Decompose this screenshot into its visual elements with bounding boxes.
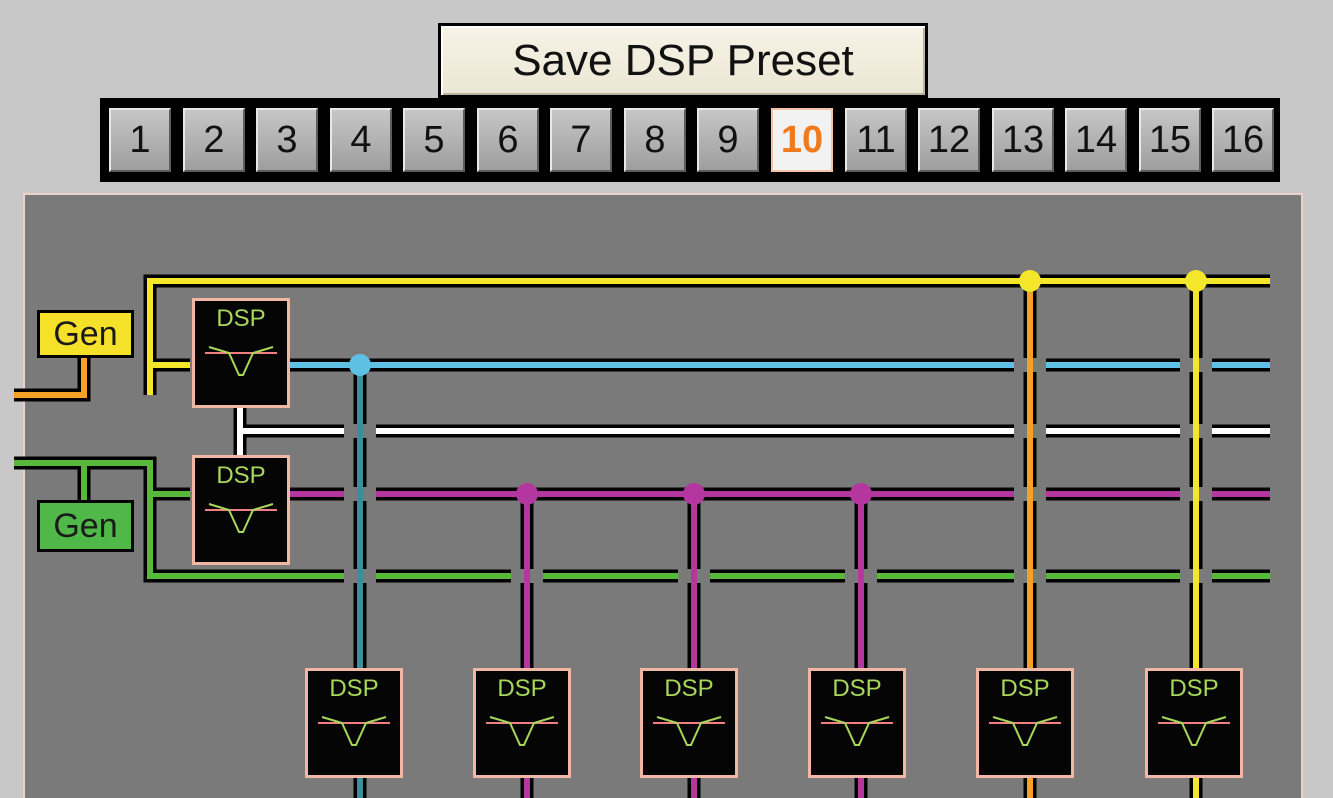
dsp-block[interactable]: DSP — [305, 668, 403, 778]
dsp-block[interactable]: DSP — [640, 668, 738, 778]
junction-dot[interactable] — [516, 483, 538, 505]
dsp-block[interactable]: DSP — [808, 668, 906, 778]
filter-curve-icon — [821, 716, 893, 746]
dsp-label: DSP — [329, 675, 379, 702]
junction-dot[interactable] — [349, 354, 371, 376]
dsp-block[interactable]: DSP — [192, 455, 290, 565]
dsp-label: DSP — [832, 675, 882, 702]
generator-2[interactable]: Gen — [37, 500, 134, 552]
junction-dot[interactable] — [1185, 270, 1207, 292]
dsp-label: DSP — [497, 675, 547, 702]
dsp-block[interactable]: DSP — [976, 668, 1074, 778]
dsp-label: DSP — [664, 675, 714, 702]
dsp-label: DSP — [216, 305, 266, 332]
filter-curve-icon — [486, 716, 558, 746]
filter-curve-icon — [989, 716, 1061, 746]
filter-curve-icon — [318, 716, 390, 746]
dsp-block[interactable]: DSP — [1145, 668, 1243, 778]
dsp-label: DSP — [1169, 675, 1219, 702]
filter-curve-icon — [1158, 716, 1230, 746]
dsp-label: DSP — [1000, 675, 1050, 702]
filter-curve-icon — [205, 346, 277, 376]
filter-curve-icon — [653, 716, 725, 746]
filter-curve-icon — [205, 503, 277, 533]
junction-dot[interactable] — [1019, 270, 1041, 292]
generator-1[interactable]: Gen — [37, 310, 134, 358]
junction-dot[interactable] — [683, 483, 705, 505]
dsp-block[interactable]: DSP — [473, 668, 571, 778]
dsp-label: DSP — [216, 462, 266, 489]
dsp-block[interactable]: DSP — [192, 298, 290, 408]
junction-dot[interactable] — [850, 483, 872, 505]
